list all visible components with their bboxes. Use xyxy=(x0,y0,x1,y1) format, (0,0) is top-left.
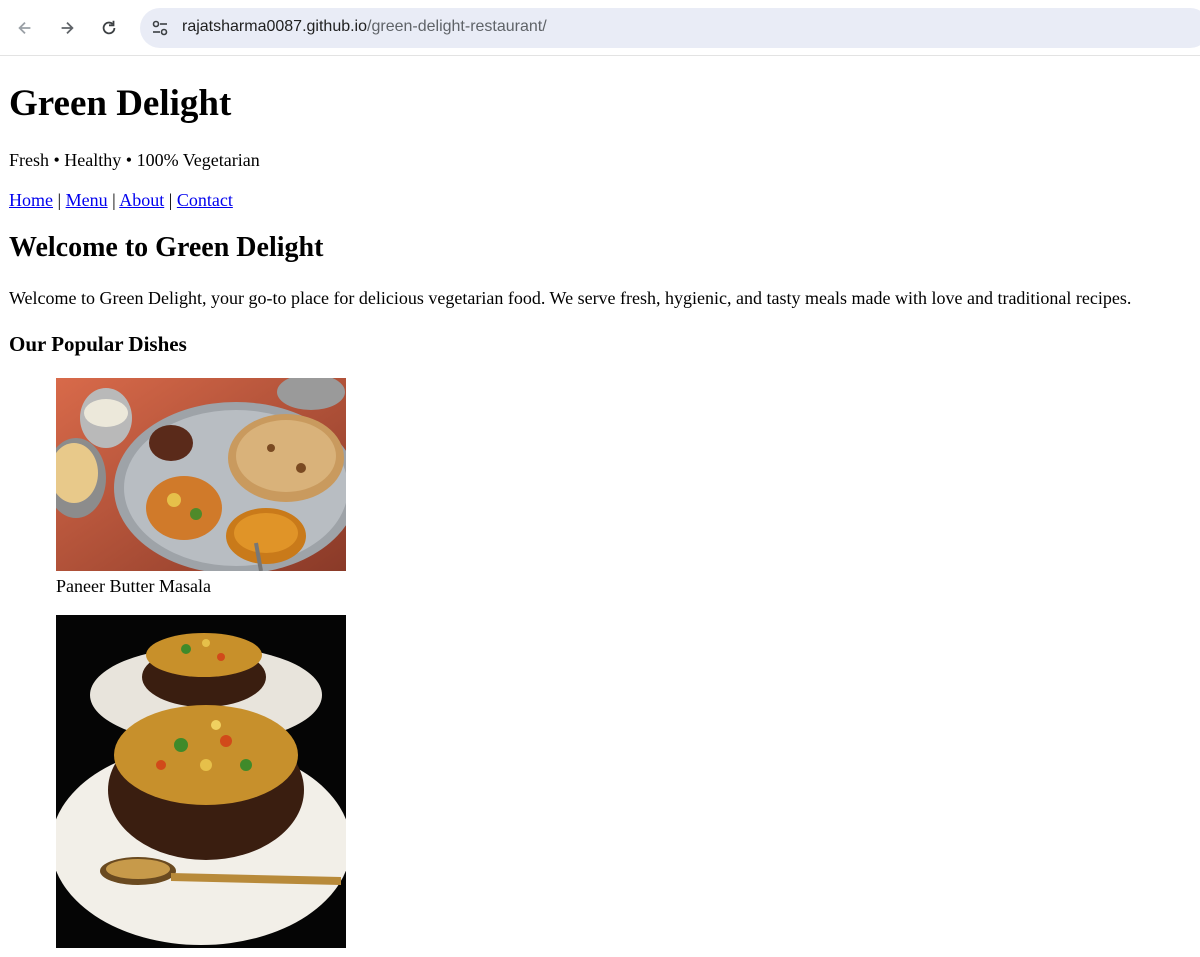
intro-paragraph: Welcome to Green Delight, your go-to pla… xyxy=(9,288,1132,308)
url-path: /green-delight-restaurant/ xyxy=(367,18,547,35)
dish-name: Paneer Butter Masala xyxy=(56,576,211,596)
dish-image-paneer-butter-masala xyxy=(56,378,346,571)
nav-link-about[interactable]: About xyxy=(119,190,164,210)
url-text[interactable]: rajatsharma0087.github.io/green-delight-… xyxy=(182,18,547,36)
nav-separator: | xyxy=(57,190,62,210)
arrow-right-icon xyxy=(61,21,74,35)
browser-toolbar: rajatsharma0087.github.io/green-delight-… xyxy=(0,0,1200,56)
reload-button[interactable] xyxy=(95,14,123,42)
tune-icon[interactable] xyxy=(150,18,170,38)
back-button[interactable] xyxy=(11,14,39,42)
site-title: Green Delight xyxy=(9,83,232,124)
main-nav: Home | Menu | About | Contact xyxy=(9,190,233,211)
nav-separator: | xyxy=(168,190,173,210)
nav-link-menu[interactable]: Menu xyxy=(66,190,108,210)
address-bar[interactable]: rajatsharma0087.github.io/green-delight-… xyxy=(140,8,1200,48)
dish-image-biryani xyxy=(56,615,346,948)
url-host: rajatsharma0087.github.io xyxy=(182,18,368,35)
nav-link-home[interactable]: Home xyxy=(9,190,53,210)
nav-separator: | xyxy=(112,190,116,210)
arrow-left-icon xyxy=(18,21,31,35)
nav-link-contact[interactable]: Contact xyxy=(177,190,233,210)
tagline: Fresh • Healthy • 100% Vegetarian xyxy=(9,150,260,170)
welcome-heading: Welcome to Green Delight xyxy=(9,232,324,263)
forward-button[interactable] xyxy=(53,14,81,42)
popular-dishes-heading: Our Popular Dishes xyxy=(9,332,187,356)
reload-icon xyxy=(102,20,116,35)
